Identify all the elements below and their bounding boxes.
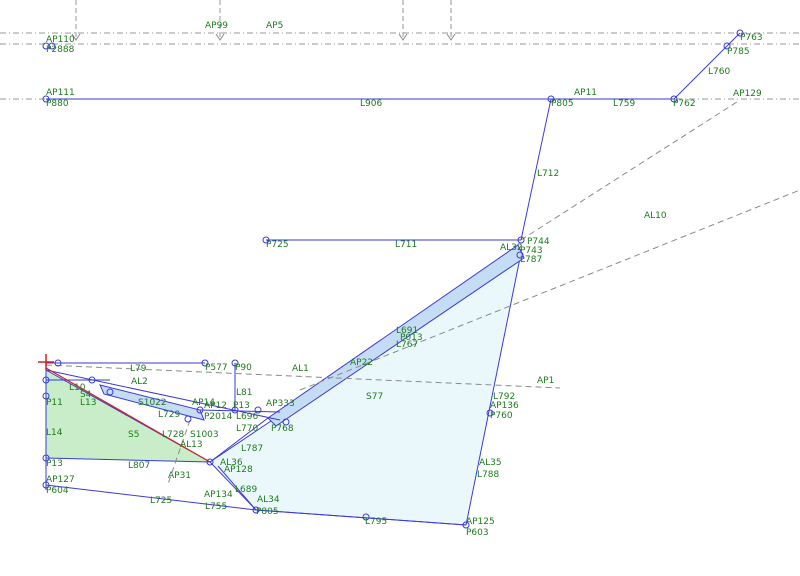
label-l788: L788: [477, 470, 499, 480]
label-p603: P603: [466, 528, 489, 538]
label-s5: S5: [128, 430, 139, 440]
label-l725: L725: [150, 496, 172, 506]
label-l729: L729: [158, 410, 180, 420]
label-l689: L689: [235, 485, 257, 495]
label-s77: S77: [366, 392, 383, 402]
label-l712: L712: [537, 169, 559, 179]
vertical-guides: [75, 0, 452, 38]
line-l760: [673, 32, 741, 100]
label-ap128: AP128: [224, 465, 253, 475]
label-al10: AL10: [644, 211, 667, 221]
label-ap333: AP333: [266, 399, 295, 409]
label-l787top: L787: [520, 255, 542, 265]
label-l760: L760: [708, 67, 730, 77]
label-al2: AL2: [131, 377, 148, 387]
label-ap31: AP31: [168, 471, 191, 481]
label-l14: L14: [46, 428, 63, 438]
origin-marker: [38, 354, 54, 370]
label-al34: AL34: [257, 495, 280, 505]
label-ap22: AP22: [350, 358, 373, 368]
label-ap99: AP99: [205, 21, 228, 31]
label-l770: L770: [236, 424, 258, 434]
label-p760: P760: [490, 411, 513, 421]
label-ap127: AP127: [46, 475, 75, 485]
label-ap5: AP5: [266, 21, 283, 31]
label-s1022: S1022: [138, 398, 167, 408]
label-l795: L795: [365, 517, 387, 527]
label-p763: P763: [740, 33, 763, 43]
label-l787: L787: [241, 444, 263, 454]
label-ap110: AP110: [46, 35, 75, 45]
label-ap1: AP1: [537, 376, 554, 386]
label-p805: P805: [551, 99, 574, 109]
label-p13small: P13: [233, 401, 250, 411]
label-s1003: S1003: [190, 430, 219, 440]
guide-lines: [0, 32, 800, 100]
label-p785: P785: [727, 47, 750, 57]
label-l906: L906: [360, 99, 382, 109]
label-ap125: AP125: [466, 517, 495, 527]
label-p11: P11: [46, 398, 63, 408]
label-p90: P90: [235, 363, 252, 373]
label-l807: L807: [128, 461, 150, 471]
guide-arrows: [71, 33, 456, 41]
label-p2888: P2888: [46, 45, 75, 55]
label-al35: AL35: [479, 458, 502, 468]
label-l759: L759: [613, 99, 635, 109]
label-p880: P880: [46, 99, 69, 109]
node-p2014[interactable]: [184, 415, 192, 423]
label-l767: L767: [396, 340, 418, 350]
label-l79: L79: [130, 364, 147, 374]
label-ap136: AP136: [490, 401, 519, 411]
label-ap134: AP134: [204, 490, 233, 500]
label-ap12: AP12: [204, 401, 227, 411]
label-p762: P762: [673, 99, 696, 109]
label-ap129: AP129: [733, 89, 762, 99]
drawing-canvas[interactable]: AP110P2888 AP99 AP5 P763 P785 L760 AP111P880 L9…: [0, 0, 800, 576]
label-s4: S4: [80, 390, 92, 400]
label-al1: AL1: [292, 364, 309, 374]
dash-al10: [299, 189, 800, 391]
label-l728: L728: [162, 430, 184, 440]
label-p768: P768: [271, 424, 294, 434]
label-l711: L711: [395, 240, 417, 250]
label-l696: L696: [236, 412, 258, 422]
label-p604: P604: [46, 486, 69, 496]
label-l81: L81: [236, 388, 252, 398]
label-p725: P725: [266, 240, 289, 250]
label-l755: L755: [205, 502, 227, 512]
label-ap11: AP11: [574, 88, 597, 98]
label-p2014: P2014: [204, 412, 233, 422]
label-p805b: P805: [256, 507, 279, 517]
label-al13: AL13: [180, 440, 203, 450]
label-p577: P577: [205, 363, 228, 373]
label-p13: P13: [46, 459, 63, 469]
label-ap111: AP111: [46, 88, 75, 98]
